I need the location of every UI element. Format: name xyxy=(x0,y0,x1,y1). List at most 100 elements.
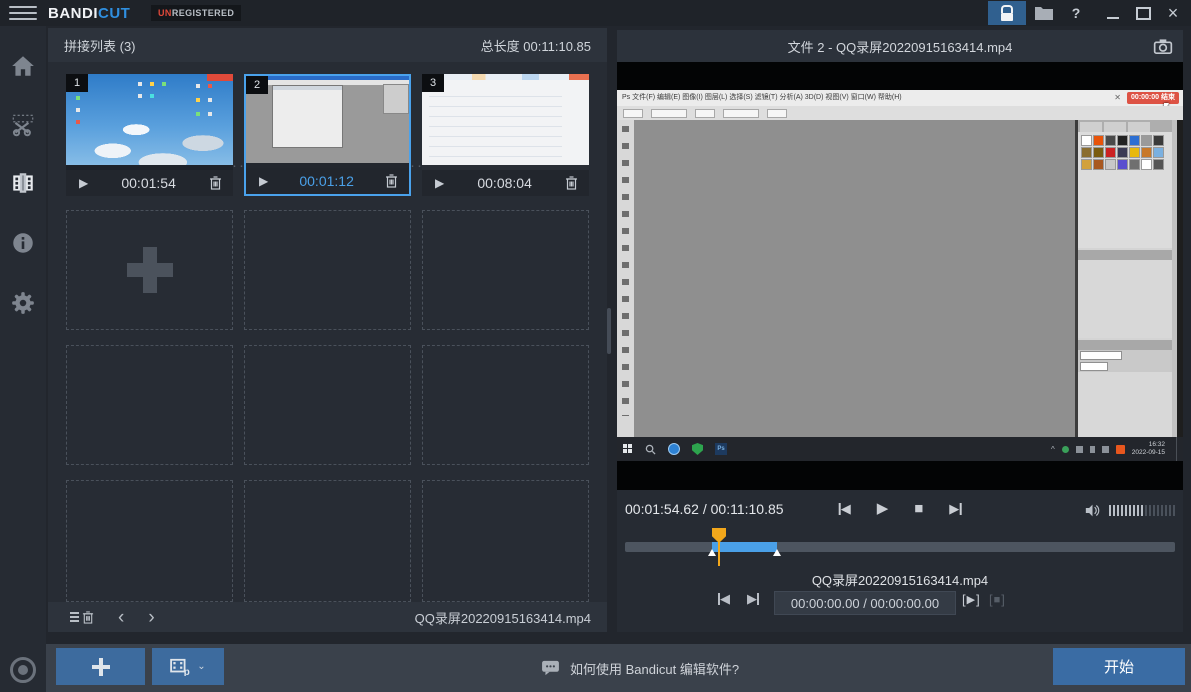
clip-list: 1 ▶ 00:01:54 ··· 2 ▶ 00:01:12 xyxy=(48,62,607,602)
camera-icon xyxy=(1153,38,1173,55)
segment-prev-button[interactable]: ◀ xyxy=(718,592,730,605)
sidebar-item-cut[interactable] xyxy=(0,102,46,146)
list-icon xyxy=(70,612,79,622)
recorded-taskbar: Ps ^ 16:32 2022-09-15 xyxy=(617,437,1183,461)
maximize-button[interactable] xyxy=(1130,1,1156,25)
segment-stop-button[interactable]: [■] xyxy=(989,592,1005,607)
segment-time-field[interactable]: 00:00:00.00 / 00:00:00.00 xyxy=(774,591,956,615)
stop-button[interactable]: ■ xyxy=(914,501,923,516)
swatch-grid xyxy=(1078,132,1172,248)
logo-cut: CUT xyxy=(98,5,130,22)
clip-play-button[interactable]: ▶ xyxy=(435,176,444,190)
ps-canvas xyxy=(634,120,1075,437)
prev-frame-button[interactable]: ◀ xyxy=(839,502,851,515)
system-tray: ^ 16:32 2022-09-15 xyxy=(1051,437,1183,461)
menu-icon[interactable] xyxy=(9,6,37,20)
snapshot-button[interactable] xyxy=(1153,38,1173,55)
clip-controls: ▶ 00:01:54 xyxy=(66,170,233,196)
app-logo: BANDICUT xyxy=(48,0,130,26)
clip-number: 2 xyxy=(246,76,268,94)
clip-delete-button[interactable] xyxy=(385,174,398,188)
clip-duration: 00:08:04 xyxy=(444,175,565,191)
empty-cell xyxy=(244,345,411,465)
lock-icon xyxy=(1001,5,1013,21)
speaker-icon xyxy=(1084,503,1101,518)
plus-icon xyxy=(127,247,173,293)
trash-icon xyxy=(565,176,578,190)
recording-timer-badge: 00:00:00 结束 xyxy=(1127,92,1179,104)
film-p-icon: p xyxy=(170,658,192,676)
sidebar-item-join[interactable] xyxy=(0,161,46,205)
help-button[interactable]: ? xyxy=(1064,1,1088,25)
antivirus-icon xyxy=(692,443,703,455)
record-button[interactable] xyxy=(0,648,46,692)
clip-card-1[interactable]: 1 ▶ 00:01:54 xyxy=(66,74,233,196)
playhead-marker[interactable] xyxy=(712,528,726,543)
recorder-close-icon: ✕ xyxy=(1114,93,1121,103)
empty-cell xyxy=(66,480,233,602)
output-mode-button[interactable]: p ⌄ xyxy=(152,648,224,685)
sidebar xyxy=(0,26,46,692)
ps-options-bar xyxy=(617,106,1183,120)
move-right-button[interactable]: › xyxy=(148,608,154,627)
clip-play-button[interactable]: ▶ xyxy=(79,176,88,190)
ps-menubar: Ps 文件(F) 编辑(E) 图像(I) 图层(L) 选择(S) 滤镜(T) 分… xyxy=(617,90,1183,106)
play-button[interactable]: ▶ xyxy=(877,501,889,516)
ps-side-panels xyxy=(1078,120,1172,437)
segment-next-button[interactable]: ▶ xyxy=(747,592,759,605)
empty-cell xyxy=(422,480,589,602)
clip-delete-button[interactable] xyxy=(565,176,578,190)
bottom-bar: p ⌄ 如何使用 Bandicut 编辑软件? 开始 xyxy=(46,644,1191,692)
splice-header: 拼接列表 (3) 总长度 00:11:10.85 xyxy=(48,28,607,62)
open-folder-button[interactable] xyxy=(1030,1,1058,25)
chevron-down-icon: ⌄ xyxy=(197,661,205,672)
folder-icon xyxy=(1035,6,1053,20)
splice-title: 拼接列表 (3) xyxy=(64,36,136,55)
close-button[interactable]: × xyxy=(1160,1,1186,25)
logo-bandi: BANDI xyxy=(48,5,98,22)
clip-number: 1 xyxy=(66,74,88,92)
volume-control[interactable] xyxy=(1084,503,1175,518)
preview-title: 文件 2 - QQ录屏20220915163414.mp4 xyxy=(788,37,1013,56)
clip-thumbnail xyxy=(422,74,589,170)
home-icon xyxy=(10,53,36,79)
ps-toolbar xyxy=(617,120,634,437)
unregistered-badge[interactable]: UNREGISTERED xyxy=(151,5,241,21)
move-left-button[interactable]: ‹ xyxy=(118,608,124,627)
segment-start-handle[interactable] xyxy=(708,549,716,556)
video-preview: Ps 文件(F) 编辑(E) 图像(I) 图层(L) 选择(S) 滤镜(T) 分… xyxy=(617,62,1183,490)
selected-filename: QQ录屏20220915163414.mp4 xyxy=(415,608,591,627)
chat-bubble-icon xyxy=(541,660,560,676)
clip-card-2[interactable]: 2 ▶ 00:01:12 xyxy=(244,74,411,196)
sidebar-item-settings[interactable] xyxy=(0,281,46,325)
clip-card-3[interactable]: 3 ▶ 00:08:04 xyxy=(422,74,589,196)
clear-list-button[interactable] xyxy=(48,611,94,624)
transport-controls: ◀ ▶ ■ ▶ xyxy=(839,501,962,516)
segment-play-button[interactable]: [▶] xyxy=(962,592,980,607)
clip-duration: 00:01:12 xyxy=(268,173,385,189)
next-frame-button[interactable]: ▶ xyxy=(949,502,961,515)
add-file-button[interactable] xyxy=(56,648,145,685)
minimize-button[interactable] xyxy=(1100,1,1126,25)
empty-cell xyxy=(66,345,233,465)
empty-cell xyxy=(422,345,589,465)
segment-end-handle[interactable] xyxy=(773,549,781,556)
info-icon xyxy=(10,230,36,256)
total-duration: 总长度 00:11:10.85 xyxy=(481,36,591,55)
start-button[interactable]: 开始 xyxy=(1053,648,1185,685)
sidebar-item-info[interactable] xyxy=(0,221,46,265)
film-join-icon xyxy=(10,170,36,196)
how-to-link[interactable]: 如何使用 Bandicut 编辑软件? xyxy=(541,644,739,692)
lock-button[interactable] xyxy=(988,1,1026,25)
ps-workspace xyxy=(617,120,1183,437)
maximize-icon xyxy=(1136,7,1151,20)
clip-thumbnail xyxy=(66,74,233,170)
clip-play-button[interactable]: ▶ xyxy=(259,174,268,188)
timeline-selection[interactable] xyxy=(712,542,777,552)
clip-delete-button[interactable] xyxy=(209,176,222,190)
volume-meter[interactable] xyxy=(1109,505,1175,516)
record-icon xyxy=(10,657,36,683)
add-clip-cell[interactable] xyxy=(66,210,233,330)
sidebar-item-home[interactable] xyxy=(0,44,46,88)
list-scrollbar[interactable] xyxy=(607,308,611,354)
